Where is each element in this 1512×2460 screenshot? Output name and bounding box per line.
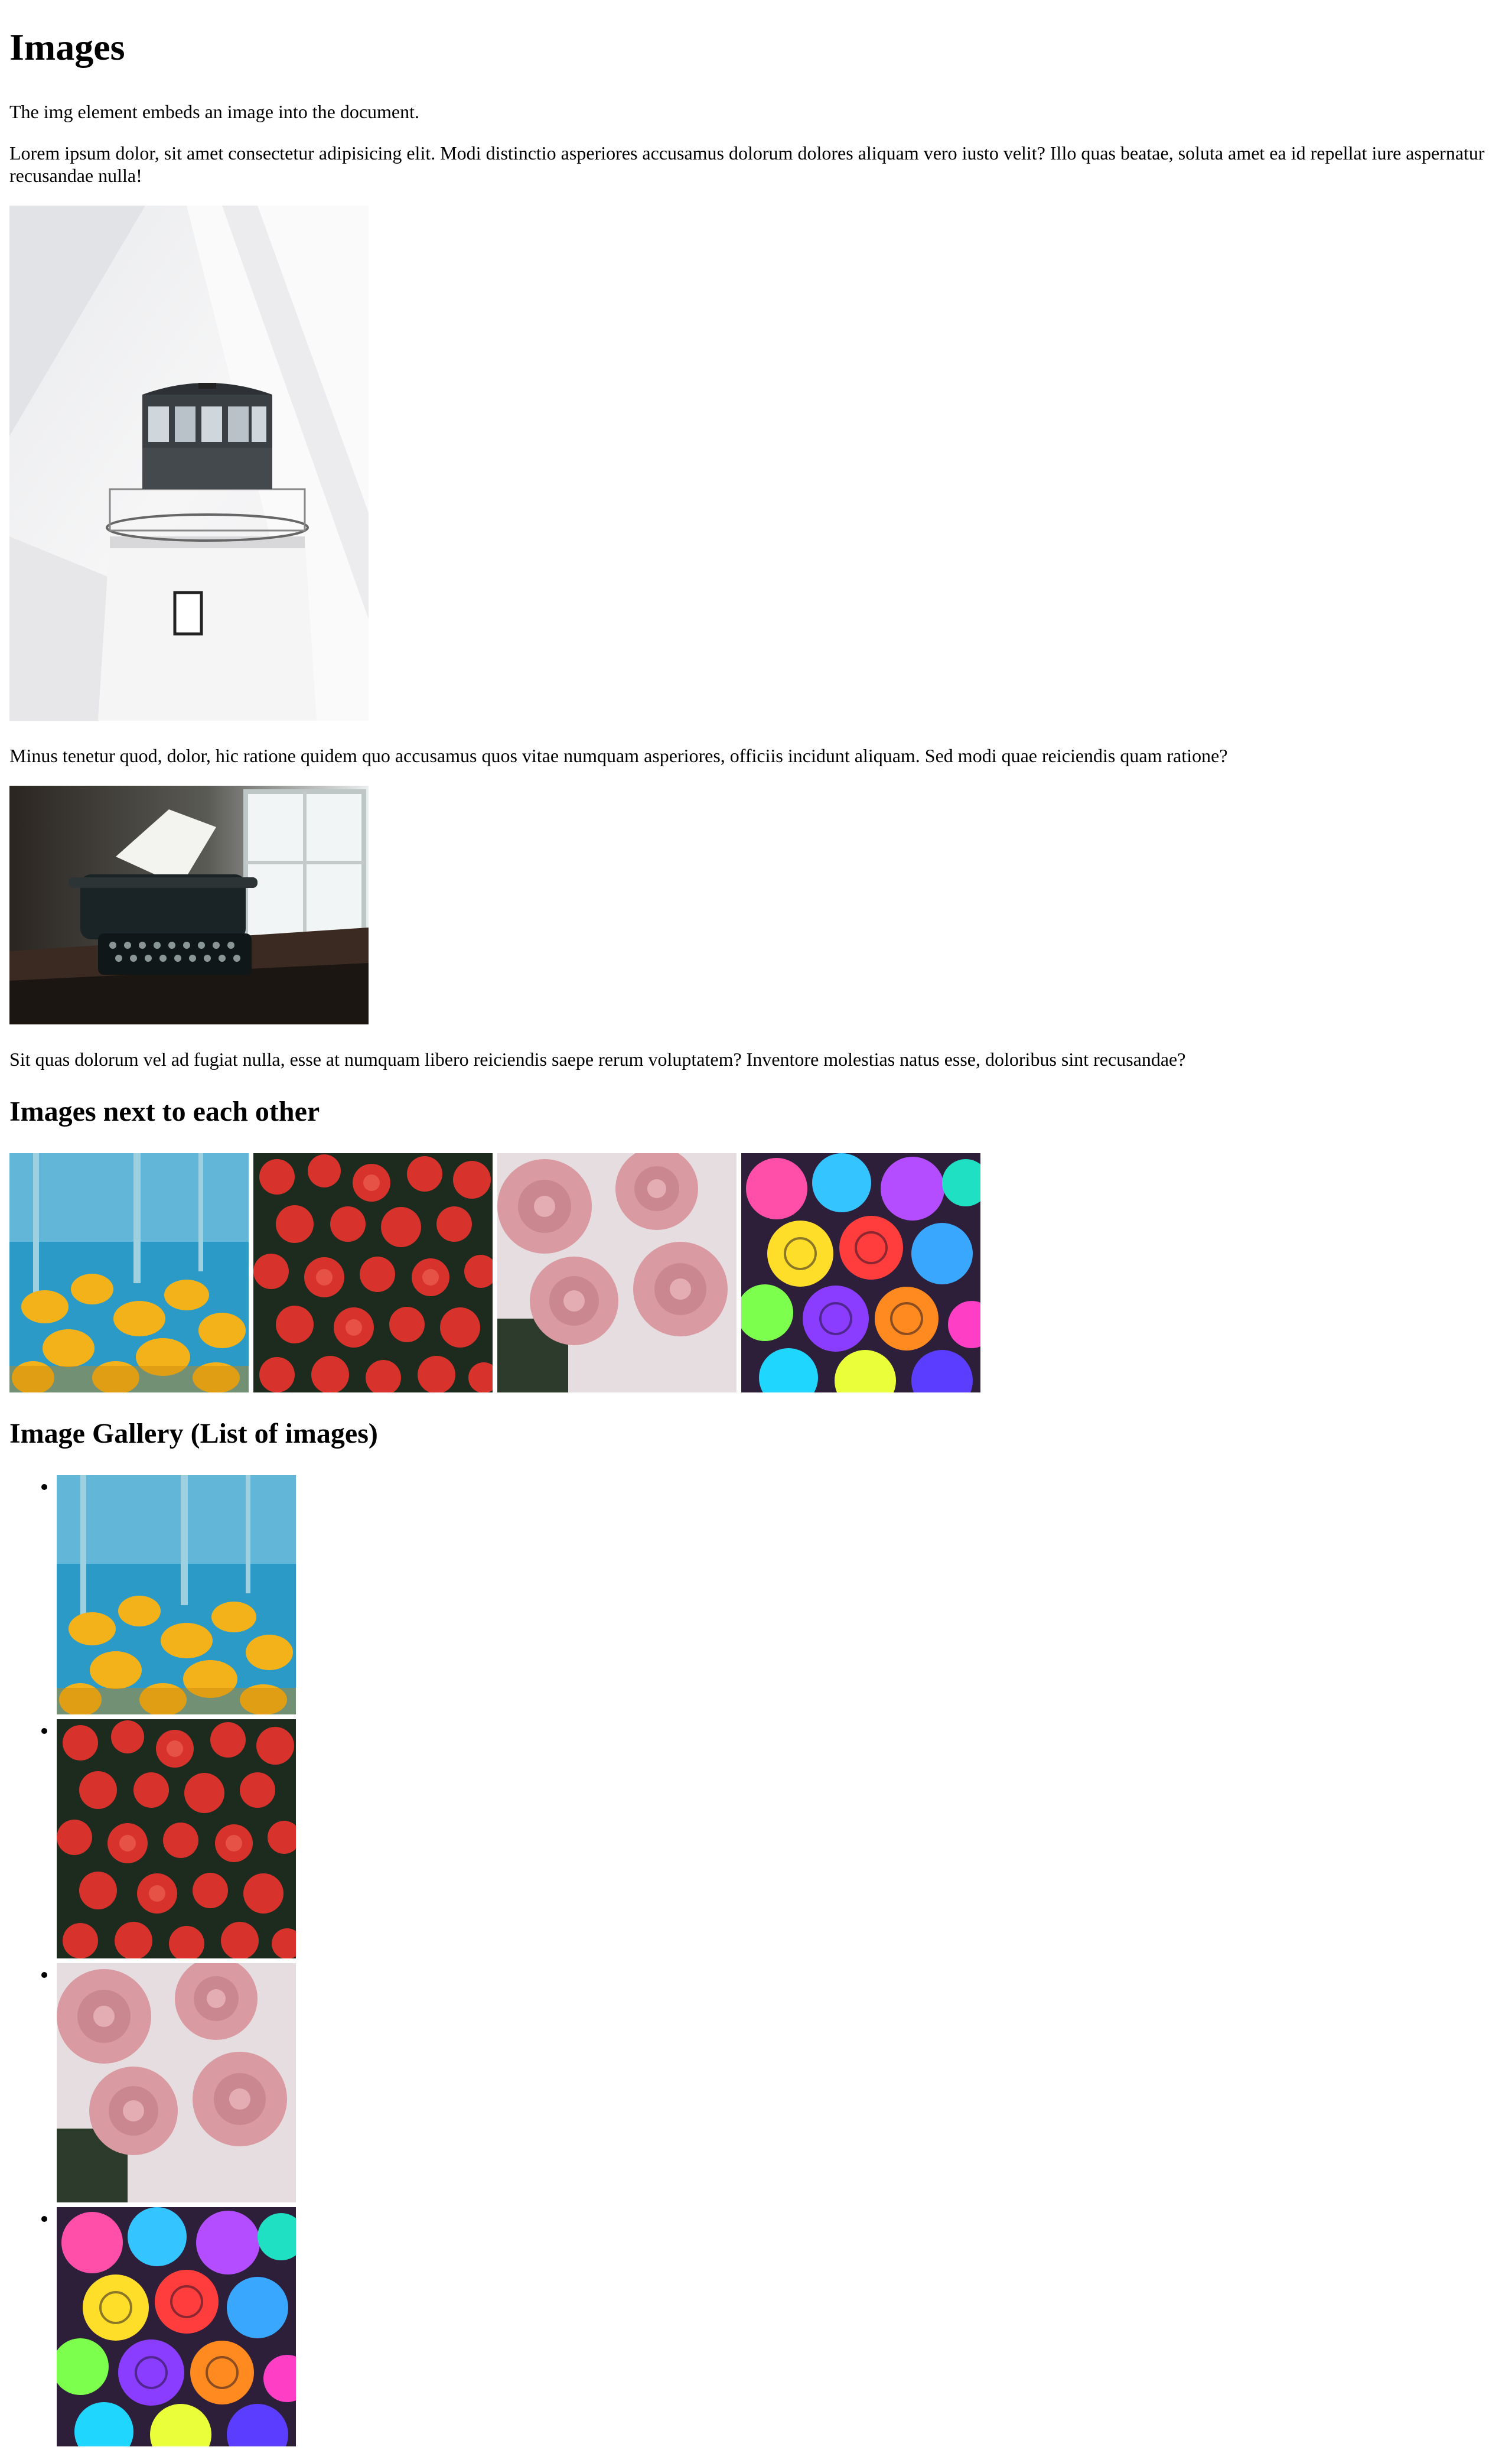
gallery-red-flowers-image [57,1719,296,1958]
yellow-flowers-image [9,1153,249,1392]
lorem-paragraph-2: Minus tenetur quod, dolor, hic ratione q… [9,745,1228,766]
lighthouse-image [9,206,369,721]
gallery-pink-roses-image [57,1963,296,2202]
red-flowers-image [253,1153,493,1392]
gallery-item [57,1475,1503,1719]
section-heading-row: Images next to each other [9,1096,320,1127]
pink-roses-image [497,1153,737,1392]
image-gallery-list [9,1475,1503,2451]
typewriter-image [9,786,369,1024]
page-title: Images [9,26,125,68]
gallery-yellow-flowers-image [57,1475,296,1714]
section-heading-gallery: Image Gallery (List of images) [9,1418,378,1449]
gallery-rainbow-roses-image [57,2207,296,2446]
intro-paragraph: The img element embeds an image into the… [9,101,420,122]
lorem-paragraph-1: Lorem ipsum dolor, sit amet consectetur … [9,142,1485,186]
rainbow-roses-image [741,1153,980,1392]
lorem-paragraph-3: Sit quas dolorum vel ad fugiat nulla, es… [9,1049,1186,1070]
image-row [9,1153,1503,1392]
gallery-item [57,1719,1503,1963]
page-content: Images The img element embeds an image i… [0,24,1512,2451]
gallery-item [57,2207,1503,2451]
gallery-item [57,1963,1503,2207]
